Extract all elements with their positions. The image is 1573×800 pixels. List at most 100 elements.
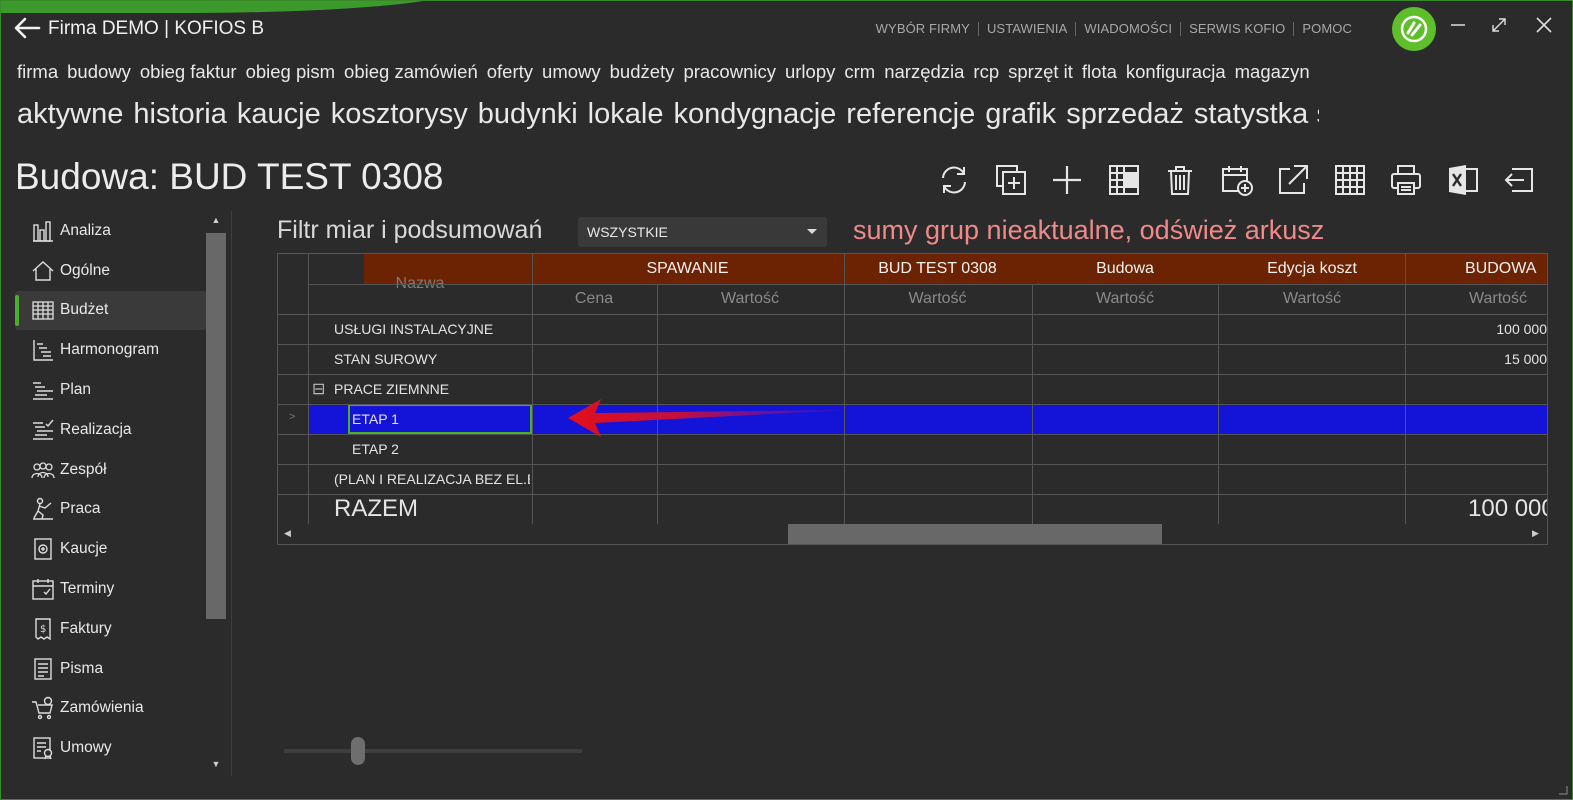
nav-konfiguracja[interactable]: konfiguracja [1126,61,1226,83]
sidebar-item-plan[interactable]: Plan [15,370,207,410]
subnav-historia[interactable]: historia [133,98,227,130]
grid-edit-icon[interactable] [1096,158,1153,202]
subnav-statystka[interactable]: statystka sprzedaży [1194,98,1319,130]
duplicate-icon[interactable] [983,158,1040,202]
scrollbar-thumb[interactable] [788,524,1162,544]
sidebar-item-zespol[interactable]: Zespół [15,450,207,490]
row-name[interactable]: STAN SUROWY [334,344,530,374]
sidebar-item-label: Praca [60,500,101,518]
sidebar-item-ogolne[interactable]: Ogólne [15,251,207,291]
row-value[interactable]: 15 000 [1405,344,1547,374]
nav-firma[interactable]: firma [17,61,58,83]
sidebar-item-terminy[interactable]: Terminy [15,569,207,609]
sidebar-item-kaucje[interactable]: Kaucje [15,529,207,569]
top-menu: WYBÓR FIRMY USTAWIENIA WIADOMOŚCI SERWIS… [876,21,1352,36]
calendar-add-icon[interactable] [1209,158,1266,202]
scroll-down-icon[interactable]: ▼ [211,759,221,769]
collapse-icon[interactable]: ⊟ [312,374,332,404]
zoom-slider-thumb[interactable] [351,737,365,765]
exit-icon[interactable] [1491,158,1548,202]
zoom-slider-track[interactable] [284,749,582,753]
nav-umowy[interactable]: umowy [542,61,601,83]
nav-magazyn[interactable]: magazyn [1235,61,1310,83]
scroll-right-icon[interactable]: ▶ [1532,528,1539,539]
sidebar-item-analiza[interactable]: Analiza [15,211,207,251]
nav-obieg-faktur[interactable]: obieg faktur [140,61,237,83]
nav-oferty[interactable]: oferty [487,61,533,83]
subnav-kaucje[interactable]: kaucje [237,98,321,130]
row-name[interactable]: PRACE ZIEMNNE [334,374,530,404]
filter-dropdown[interactable]: WSZYSTKIE [578,217,827,247]
column-group-spawanie[interactable]: SPAWANIE [532,254,843,284]
column-group-bud-test[interactable]: BUD TEST 0308 [844,254,1031,284]
top-menu-pomoc[interactable]: POMOC [1302,21,1352,36]
column-header-wartosc[interactable]: Wartość [1219,284,1405,314]
subnav-referencje[interactable]: referencje [846,98,975,130]
subnav-aktywne[interactable]: aktywne [17,98,123,130]
open-external-icon[interactable] [1265,158,1322,202]
subnav-kosztorysy[interactable]: kosztorysy [331,98,468,130]
grid-horizontal-scrollbar[interactable]: ◀ ▶ [278,524,1547,544]
sidebar-item-zamowienia[interactable]: Zamówienia [15,689,207,729]
sidebar-scrollbar[interactable]: ▲ ▼ [206,211,226,776]
subnav-grafik[interactable]: grafik [985,98,1056,130]
add-icon[interactable] [1039,158,1096,202]
sidebar-item-harmonogram[interactable]: Harmonogram [15,330,207,370]
row-value[interactable]: 100 000 [1405,314,1547,344]
refresh-icon[interactable] [926,158,983,202]
sidebar-item-budzet[interactable]: Budżet [15,290,207,331]
column-header-wartosc[interactable]: Wartość [1405,284,1547,314]
back-arrow-icon[interactable] [13,15,41,41]
sidebar-item-faktury[interactable]: $ Faktury [15,609,207,649]
sidebar-item-praca[interactable]: Praca [15,490,207,530]
close-icon[interactable] [1532,13,1556,37]
nav-crm[interactable]: crm [844,61,875,83]
column-header-cena[interactable]: Cena [532,284,656,314]
top-menu-wybor-firmy[interactable]: WYBÓR FIRMY [876,21,970,36]
column-group-budowa[interactable]: Budowa [1032,254,1218,284]
nav-pracownicy[interactable]: pracownicy [683,61,776,83]
column-header-wartosc[interactable]: Wartość [844,284,1031,314]
row-name[interactable]: ETAP 1 [352,404,530,434]
top-menu-ustawienia[interactable]: USTAWIENIA [987,21,1067,36]
kofio-logo-icon[interactable] [1392,7,1436,51]
top-menu-serwis[interactable]: SERWIS KOFIO [1189,21,1285,36]
nav-obieg-pism[interactable]: obieg pism [246,61,335,83]
nav-narzedzia[interactable]: narzędzia [884,61,964,83]
nav-rcp[interactable]: rcp [973,61,999,83]
sidebar-item-pisma[interactable]: Pisma [15,649,207,689]
print-icon[interactable] [1378,158,1435,202]
minimize-icon[interactable] [1446,13,1470,37]
subnav-sprzedaz[interactable]: sprzedaż [1066,98,1184,130]
column-group-budowa-2[interactable]: BUDOWA [1405,254,1547,284]
subnav-kondygnacje[interactable]: kondygnacje [673,98,836,130]
subnav-budynki[interactable]: budynki [478,98,578,130]
column-group-edycja-koszt[interactable]: Edycja koszt [1219,254,1405,284]
sidebar-item-label: Analiza [60,221,111,239]
table-icon[interactable] [1322,158,1379,202]
subnav-lokale[interactable]: lokale [588,98,664,130]
nav-budzety[interactable]: budżety [610,61,675,83]
nav-urlopy[interactable]: urlopy [785,61,835,83]
nav-budowy[interactable]: budowy [67,61,131,83]
divider [231,211,232,776]
scroll-up-icon[interactable]: ▲ [211,215,221,225]
title-bar: Firma DEMO | KOFIOS B WYBÓR FIRMY USTAWI… [1,1,1572,57]
maximize-icon[interactable] [1487,13,1511,37]
top-menu-wiadomosci[interactable]: WIADOMOŚCI [1084,21,1172,36]
scroll-left-icon[interactable]: ◀ [284,528,291,539]
row-name[interactable]: USŁUGI INSTALACYJNE [334,314,530,344]
row-name[interactable]: (PLAN I REALIZACJA BEZ EL.BUDŻETU) [334,464,530,494]
resize-grip-icon[interactable] [1558,785,1568,795]
sidebar-item-umowy[interactable]: Umowy [15,728,207,768]
column-header-wartosc[interactable]: Wartość [657,284,843,314]
column-header-wartosc[interactable]: Wartość [1032,284,1218,314]
nav-flota[interactable]: flota [1082,61,1117,83]
sidebar-item-realizacja[interactable]: Realizacja [15,410,207,450]
nav-obieg-zamowien[interactable]: obieg zamówień [344,61,478,83]
row-name[interactable]: ETAP 2 [352,434,530,464]
excel-icon[interactable] [1435,158,1492,202]
delete-icon[interactable] [1152,158,1209,202]
nav-sprzet-it[interactable]: sprzęt it [1008,61,1073,83]
scrollbar-thumb[interactable] [206,233,226,619]
